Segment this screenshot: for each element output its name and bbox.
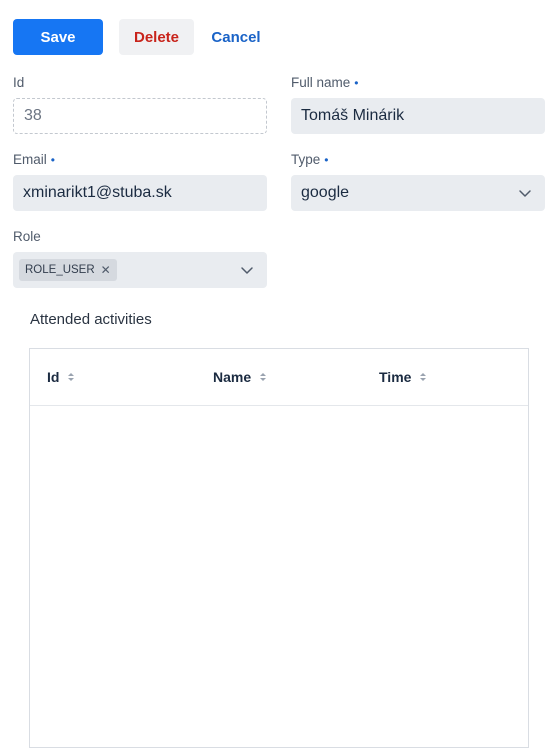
id-label: Id [13, 75, 25, 90]
email-label: Email • [13, 152, 55, 167]
sort-icon[interactable] [67, 371, 75, 383]
delete-button[interactable]: Delete [119, 19, 194, 55]
column-header-id[interactable]: Id [47, 349, 75, 405]
role-field: Role ROLE_USER ✕ [13, 228, 267, 288]
column-header-label: Id [47, 369, 60, 385]
cancel-button[interactable]: Cancel [204, 19, 268, 55]
email-input[interactable]: xminarikt1@stuba.sk [13, 175, 267, 211]
role-chip: ROLE_USER ✕ [19, 259, 117, 281]
chevron-down-icon[interactable] [239, 262, 255, 278]
grid-header: Id Name Time [30, 349, 528, 406]
column-header-label: Name [213, 369, 252, 385]
type-value: google [301, 184, 350, 201]
type-label: Type • [291, 152, 329, 167]
required-indicator: • [50, 153, 55, 167]
required-indicator: • [324, 153, 329, 167]
save-button[interactable]: Save [13, 19, 103, 55]
full-name-field: Full name • Tomáš Minárik [291, 74, 545, 134]
type-field: Type • google [291, 151, 545, 211]
toolbar: Save Delete Cancel [13, 19, 268, 55]
type-select[interactable]: google [291, 175, 545, 211]
role-label: Role [13, 229, 41, 244]
column-header-name[interactable]: Name [213, 349, 267, 405]
required-indicator: • [354, 76, 359, 90]
activities-grid: Id Name Time [29, 348, 529, 748]
chevron-down-icon[interactable] [517, 185, 533, 201]
full-name-value: Tomáš Minárik [301, 107, 405, 124]
role-multiselect[interactable]: ROLE_USER ✕ [13, 252, 267, 288]
email-value: xminarikt1@stuba.sk [23, 184, 172, 201]
sort-icon[interactable] [419, 371, 427, 383]
full-name-input[interactable]: Tomáš Minárik [291, 98, 545, 134]
role-chip-label: ROLE_USER [25, 264, 95, 276]
column-header-time[interactable]: Time [379, 349, 427, 405]
id-input: 38 [13, 98, 267, 134]
remove-chip-icon[interactable]: ✕ [101, 263, 111, 277]
column-header-label: Time [379, 369, 412, 385]
email-field: Email • xminarikt1@stuba.sk [13, 151, 267, 211]
sort-icon[interactable] [259, 371, 267, 383]
id-value: 38 [24, 107, 42, 124]
full-name-label: Full name • [291, 75, 359, 90]
id-field: Id 38 [13, 74, 267, 134]
attended-activities-title: Attended activities [30, 311, 152, 328]
